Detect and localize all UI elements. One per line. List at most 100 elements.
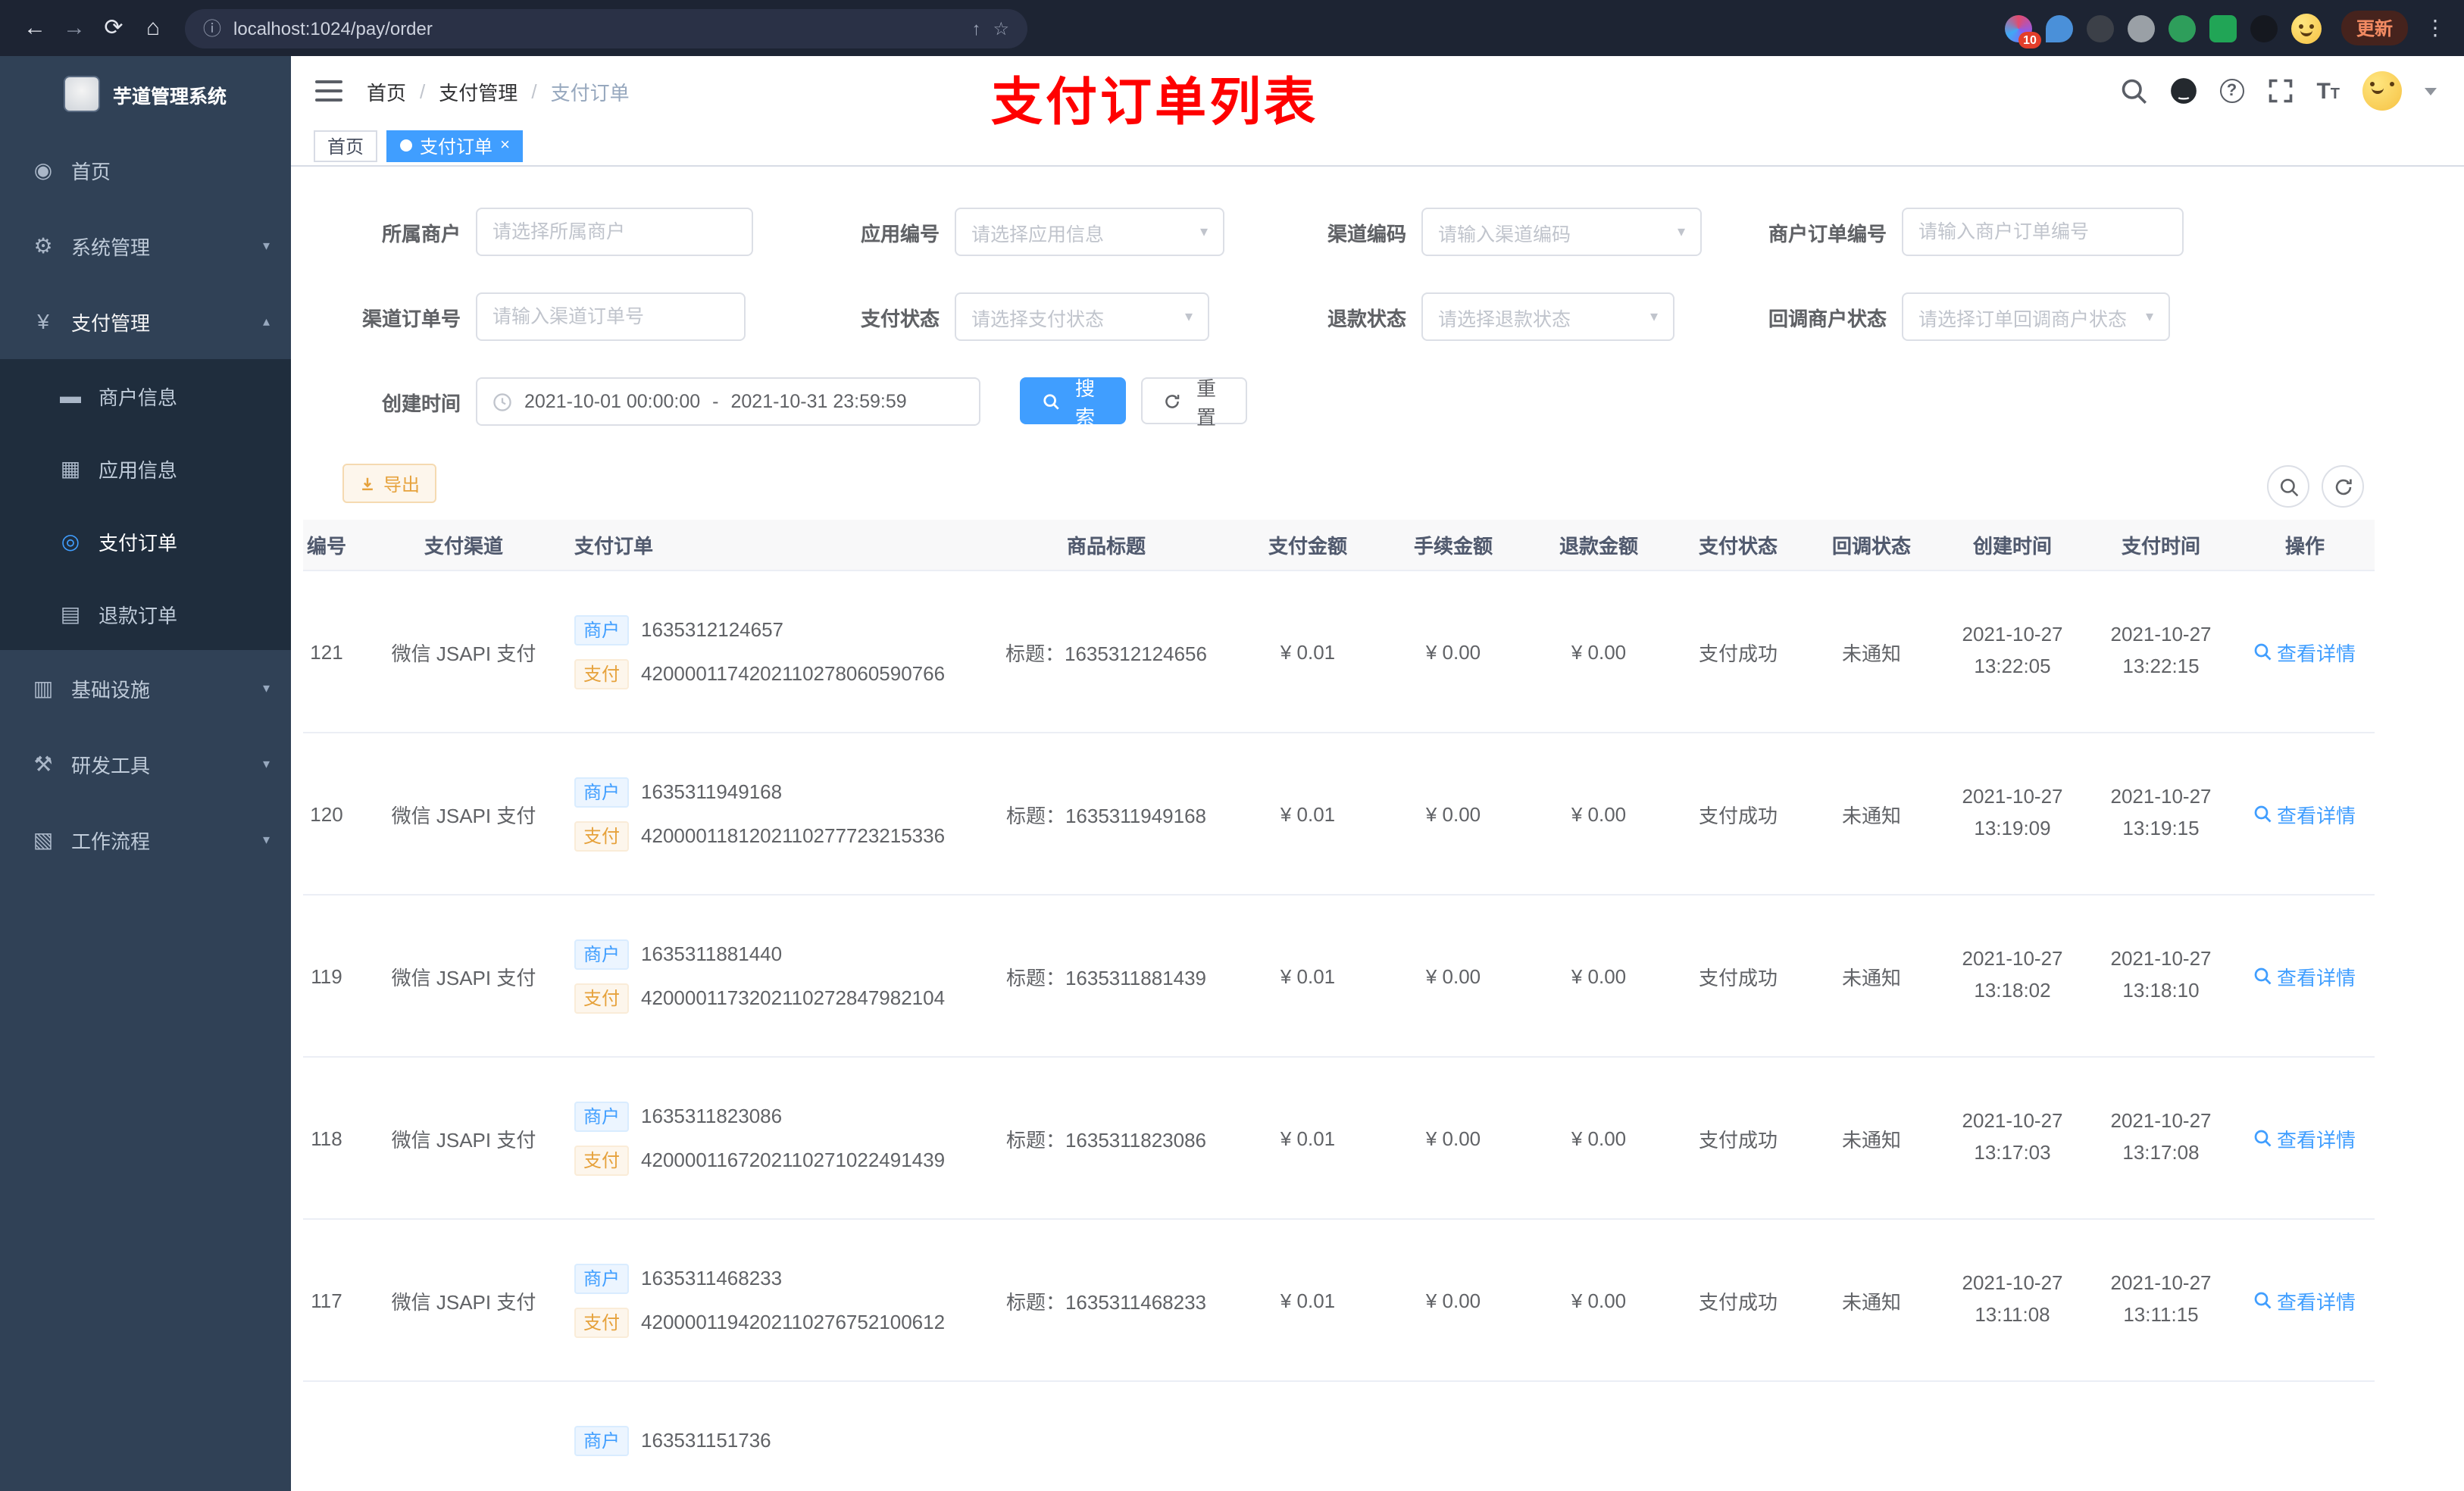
search-icon — [2255, 1292, 2272, 1309]
merchant-order-no-input[interactable] — [1902, 208, 2184, 256]
chevron-down-icon: ▾ — [1649, 308, 1658, 325]
browser-extension-icon[interactable] — [2086, 14, 2114, 42]
date-start[interactable]: 2021-10-01 00:00:00 — [524, 391, 700, 412]
browser-menu-icon[interactable]: ⋮ — [2422, 15, 2449, 41]
target-icon: ◎ — [61, 528, 80, 552]
search-icon — [2255, 967, 2272, 985]
sidebar-item-infrastructure[interactable]: ▥ 基础设施 ▾ — [0, 650, 291, 726]
hamburger-icon[interactable] — [315, 80, 342, 102]
sidebar-item-system[interactable]: ⚙ 系统管理 ▾ — [0, 208, 291, 283]
breadcrumb-payment[interactable]: 支付管理 — [439, 77, 518, 105]
github-icon[interactable] — [2169, 77, 2197, 105]
pay-amount: ¥ 0.01 — [1280, 964, 1336, 987]
pay-tag: 支付 — [574, 658, 630, 689]
browser-update-button[interactable]: 更新 — [2340, 11, 2408, 45]
table-row[interactable]: 118 微信 JSAPI 支付 商户 1635311823086 支付 4200… — [303, 1058, 2375, 1220]
notify-status: 未通知 — [1841, 1290, 1901, 1313]
url-text[interactable]: localhost:1024/pay/order — [233, 17, 959, 39]
sidebar-item-dev-tools[interactable]: ⚒ 研发工具 ▾ — [0, 726, 291, 802]
profile-avatar-icon[interactable] — [2290, 13, 2322, 43]
tab-home[interactable]: 首页 — [314, 130, 378, 161]
merchant-tag: 商户 — [574, 1425, 630, 1455]
merchant-order-no: 163531151736 — [641, 1429, 771, 1452]
table-row[interactable]: 商户 163531151736 支付 查看详情 — [303, 1382, 2375, 1491]
notify-status-select[interactable]: 请选择订单回调商户状态 ▾ — [1902, 292, 2170, 341]
pay-channel: 微信 JSAPI 支付 — [391, 642, 536, 664]
sidebar-item-home[interactable]: ◉ 首页 — [0, 132, 291, 208]
chevron-up-icon: ▴ — [262, 313, 270, 328]
table-row[interactable]: 121 微信 JSAPI 支付 商户 1635312124657 支付 4200… — [303, 571, 2375, 733]
browser-refresh-icon[interactable]: ⟳ — [94, 0, 133, 56]
pay-status-select[interactable]: 请选择支付状态 ▾ — [955, 292, 1209, 341]
table-row[interactable]: 120 微信 JSAPI 支付 商户 1635311949168 支付 4200… — [303, 733, 2375, 896]
fee-amount: ¥ 0.00 — [1425, 1127, 1481, 1149]
pay-order-cell: 商户 1635311468233 支付 42000011942021102767… — [556, 1263, 977, 1337]
search-icon — [2255, 1130, 2272, 1147]
merchant-order-no: 1635312124657 — [641, 618, 784, 641]
order-id: 120 — [310, 802, 343, 825]
browser-back-icon[interactable]: ← — [15, 0, 55, 56]
sidebar-item-workflow[interactable]: ▧ 工作流程 ▾ — [0, 802, 291, 877]
view-detail-link[interactable]: 查看详情 — [2254, 1286, 2356, 1314]
sidebar-item-merchant-info[interactable]: ▬ 商户信息 — [0, 359, 291, 432]
share-icon[interactable]: ↑ — [971, 17, 980, 39]
font-size-icon[interactable]: TT — [2316, 78, 2340, 104]
export-button[interactable]: 导出 — [342, 464, 437, 503]
merchant-input[interactable] — [476, 208, 753, 256]
breadcrumb-home[interactable]: 首页 — [367, 77, 406, 105]
chevron-down-icon: ▾ — [1184, 308, 1193, 325]
search-icon[interactable] — [2119, 77, 2147, 105]
sidebar-item-refund-order[interactable]: ▤ 退款订单 — [0, 577, 291, 650]
table-row[interactable]: 117 微信 JSAPI 支付 商户 1635311468233 支付 4200… — [303, 1220, 2375, 1382]
chat-extension-icon[interactable] — [2209, 14, 2237, 42]
create-time: 2021-10-27 13:19:09 — [1962, 785, 2063, 839]
channel-code-select[interactable]: 请输入渠道编码 ▾ — [1421, 208, 1702, 256]
sidebar-item-payment[interactable]: ¥ 支付管理 ▴ — [0, 283, 291, 359]
navbar-actions: ? TT — [2119, 71, 2437, 111]
close-icon[interactable]: × — [500, 136, 510, 154]
app-select[interactable]: 请选择应用信息 ▾ — [955, 208, 1224, 256]
bookmark-star-icon[interactable]: ☆ — [993, 17, 1009, 39]
browser-forward-icon[interactable]: → — [55, 0, 94, 56]
caret-down-icon[interactable] — [2425, 87, 2437, 95]
show-search-toggle-button[interactable] — [2267, 465, 2309, 508]
table-row[interactable]: 119 微信 JSAPI 支付 商户 1635311881440 支付 4200… — [303, 896, 2375, 1058]
address-bar[interactable]: ⓘ localhost:1024/pay/order ↑ ☆ — [185, 8, 1027, 48]
browser-extension-icon[interactable]: 10 — [2004, 14, 2041, 48]
pay-status: 支付成功 — [1698, 1290, 1778, 1313]
date-end[interactable]: 2021-10-31 23:59:59 — [731, 391, 907, 412]
browser-extension-icon[interactable] — [2127, 14, 2155, 42]
refresh-table-button[interactable] — [2322, 465, 2364, 508]
pin-extension-icon[interactable] — [2250, 14, 2278, 42]
sidebar-item-pay-order[interactable]: ◎ 支付订单 — [0, 505, 291, 577]
view-detail-link[interactable]: 查看详情 — [2254, 799, 2356, 828]
date-range-input[interactable]: 2021-10-01 00:00:00 - 2021-10-31 23:59:5… — [476, 377, 980, 426]
view-detail-link[interactable]: 查看详情 — [2254, 637, 2356, 666]
clock-icon — [493, 392, 511, 411]
document-icon: ▤ — [60, 601, 81, 625]
goods-title: 标题：1635311823086 — [1005, 1128, 1207, 1151]
sidebar-item-app-info[interactable]: ▦ 应用信息 — [0, 432, 291, 505]
search-icon — [2255, 643, 2272, 661]
channel-order-no-input[interactable] — [476, 292, 746, 341]
view-detail-link[interactable]: 查看详情 — [2254, 961, 2356, 990]
view-detail-link[interactable]: 查看详情 — [2254, 1124, 2356, 1152]
pay-time: 2021-10-27 13:18:10 — [2110, 947, 2212, 1002]
help-icon[interactable]: ? — [2219, 79, 2244, 103]
search-button[interactable]: 搜索 — [1020, 377, 1126, 428]
browser-extension-icon[interactable] — [2168, 14, 2196, 42]
water-drop-extension-icon[interactable] — [2045, 14, 2073, 42]
pay-amount: ¥ 0.01 — [1280, 640, 1336, 663]
annotation-title: 支付订单列表 — [991, 74, 1318, 132]
chevron-down-icon: ▾ — [1199, 223, 1208, 240]
main-area: 首页 / 支付管理 / 支付订单 支付订单列表 ? TT 首页 支付订单 × 所… — [291, 56, 2464, 1491]
tab-pay-order[interactable]: 支付订单 × — [386, 130, 524, 161]
refund-status-select[interactable]: 请选择退款状态 ▾ — [1421, 292, 1674, 341]
fullscreen-icon[interactable] — [2266, 77, 2294, 105]
user-avatar[interactable] — [2362, 71, 2402, 111]
reset-button[interactable]: 重置 — [1141, 377, 1247, 428]
merchant-order-line: 商户 1635311468233 — [574, 1263, 977, 1293]
site-info-icon[interactable]: ⓘ — [203, 15, 221, 41]
chevron-down-icon: ▾ — [262, 831, 270, 846]
browser-home-icon[interactable]: ⌂ — [133, 0, 173, 56]
